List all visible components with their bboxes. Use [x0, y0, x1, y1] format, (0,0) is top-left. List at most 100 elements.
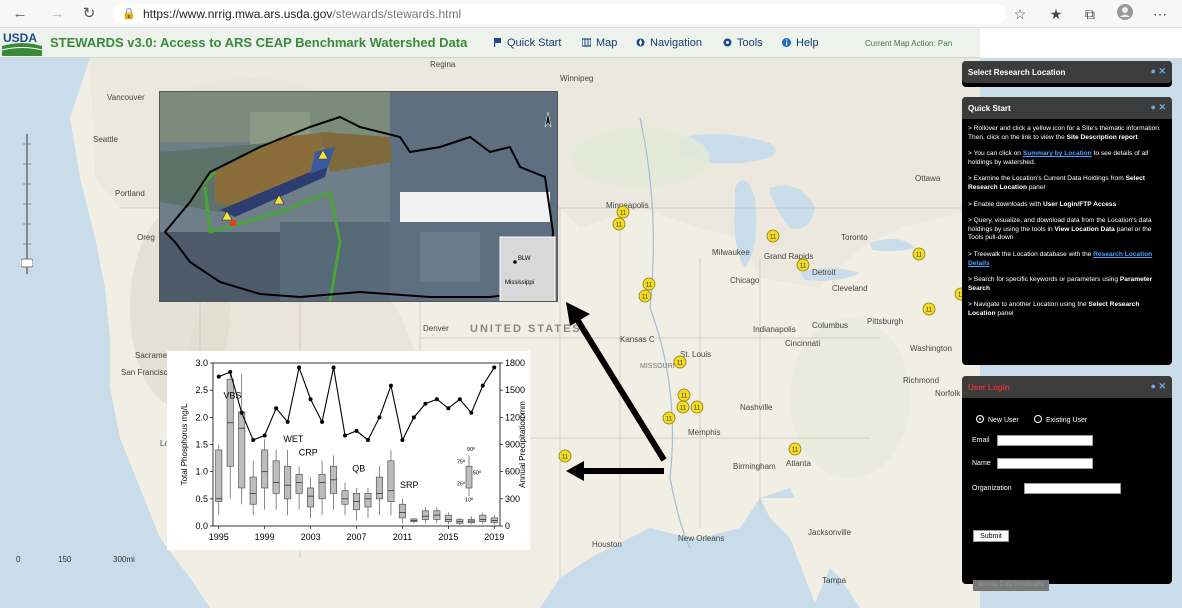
menu-map[interactable]: Map: [581, 37, 617, 49]
svg-text:11: 11: [642, 295, 649, 301]
legend-p10: 10º: [465, 497, 473, 504]
access-downloads-button[interactable]: Access Data Downloads: [973, 580, 1049, 591]
label-milwaukee: Milwaukee: [712, 248, 750, 257]
precipitation-point: [274, 406, 279, 411]
precipitation-point: [331, 365, 336, 370]
menu-tools[interactable]: Tools: [723, 37, 763, 49]
quick-start-body: > Rollover and click a yellow icon for a…: [962, 119, 1172, 333]
watershed-satellite-inset: BLW Mississippi: [159, 91, 558, 302]
precipitation-point: [457, 397, 462, 402]
precipitation-point: [343, 433, 348, 438]
quick-start-text: > Treewalk the Location database with th…: [968, 250, 1094, 258]
forward-arrow-icon[interactable]: →: [47, 4, 67, 24]
panel-help-close-icon[interactable]: ● ✕: [1151, 381, 1166, 392]
legend-box: [465, 465, 473, 489]
label-winnipeg: Winnipeg: [560, 74, 594, 83]
precipitation-point: [251, 437, 256, 442]
site-marker-icon[interactable]: 11: [766, 229, 780, 243]
profile-avatar-icon[interactable]: [1115, 4, 1135, 24]
more-menu-icon[interactable]: ⋯: [1150, 4, 1170, 24]
radio-new-user-button[interactable]: [976, 415, 984, 423]
label-pittsburgh: Pittsburgh: [867, 317, 904, 326]
refresh-icon[interactable]: ↻: [79, 4, 99, 24]
site-marker-icon[interactable]: 11: [796, 258, 810, 272]
legend-p25: 25º: [457, 480, 465, 487]
svg-text:11: 11: [916, 253, 923, 259]
quick-start-item: > Examine the Location's Current Data Ho…: [968, 175, 1166, 192]
app-header: USDA STEWARDS v3.0: Access to ARS CEAP B…: [0, 28, 980, 58]
label-atlanta: Atlanta: [786, 459, 811, 468]
quick-start-item: > Rollover and click a yellow icon for a…: [968, 125, 1166, 142]
label-cincinnati: Cincinnati: [785, 339, 821, 348]
email-field[interactable]: [997, 435, 1093, 446]
radio-new-user-label: New User: [988, 417, 1019, 424]
label-oregon: Oreg: [137, 233, 155, 242]
svg-text:11: 11: [792, 448, 799, 454]
usda-logo: USDA: [1, 30, 43, 56]
box-iqr: [238, 411, 246, 489]
flag-icon: [493, 38, 502, 47]
info-icon: [782, 38, 791, 47]
menu-navigation[interactable]: Navigation: [636, 37, 702, 49]
url-path: /stewards/stewards.html: [332, 7, 462, 21]
label-columbus: Columbus: [812, 321, 849, 330]
x-tick-label: 2011: [393, 532, 412, 542]
box-iqr: [272, 460, 280, 494]
address-bar[interactable]: 🔒 https://www.nrrig.mwa.ars.usda.gov/ste…: [113, 4, 1006, 24]
box-iqr: [387, 460, 395, 502]
submit-button[interactable]: Submit: [973, 530, 1009, 542]
panel-help-close-icon[interactable]: ● ✕: [1151, 66, 1166, 77]
menu-quick-start[interactable]: Quick Start: [493, 37, 561, 49]
panel-help-close-icon[interactable]: ● ✕: [1151, 102, 1166, 113]
svg-text:11: 11: [646, 283, 653, 289]
scale-label-end: 300mi: [113, 555, 135, 564]
site-marker-icon[interactable]: 11: [788, 442, 802, 456]
star-add-icon[interactable]: ☆: [1010, 4, 1030, 24]
site-marker-icon[interactable]: 11: [662, 411, 676, 425]
select-location-panel: Select Research Location ● ✕: [962, 61, 1172, 87]
compass-icon: [636, 38, 645, 47]
y-tick-label: 1.5: [195, 440, 208, 450]
chart-annotation: VBS: [224, 390, 242, 400]
site-marker-icon[interactable]: 11: [690, 400, 704, 414]
svg-text:11: 11: [694, 406, 701, 412]
label-jacksonville: Jacksonville: [808, 528, 852, 537]
site-marker-icon[interactable]: 11: [638, 289, 652, 303]
organization-field[interactable]: [1024, 483, 1121, 494]
precipitation-point: [297, 365, 302, 370]
x-tick-label: 1999: [255, 532, 275, 542]
back-arrow-icon[interactable]: ←: [10, 4, 30, 24]
site-marker-icon[interactable]: 11: [912, 247, 926, 261]
radio-existing-user[interactable]: Existing User: [1034, 415, 1087, 424]
label-tampa: Tampa: [822, 576, 847, 585]
site-marker-icon[interactable]: 11: [612, 217, 626, 231]
quick-start-link[interactable]: Summary by Location: [1023, 150, 1092, 157]
zoom-slider[interactable]: [20, 134, 34, 274]
precipitation-point: [365, 437, 370, 442]
site-marker-icon[interactable]: 11: [673, 355, 687, 369]
x-tick-label: 2003: [301, 532, 321, 542]
svg-text:11: 11: [616, 223, 623, 229]
favorites-icon[interactable]: ★: [1046, 4, 1066, 24]
menu-tools-label: Tools: [737, 37, 763, 49]
user-login-header[interactable]: User Login ● ✕: [962, 376, 1172, 398]
radio-new-user[interactable]: New User: [976, 415, 1019, 424]
svg-text:11: 11: [677, 361, 684, 367]
select-location-header[interactable]: Select Research Location ● ✕: [962, 61, 1172, 83]
radio-existing-user-button[interactable]: [1034, 415, 1042, 423]
precipitation-point: [388, 383, 393, 388]
collections-icon[interactable]: ⧉: [1080, 4, 1100, 24]
menu-help[interactable]: Help: [782, 37, 819, 49]
site-marker-icon[interactable]: 11: [922, 302, 936, 316]
site-marker-icon[interactable]: 11: [558, 449, 572, 463]
quick-start-header[interactable]: Quick Start ● ✕: [962, 97, 1172, 119]
name-field[interactable]: [997, 458, 1093, 469]
site-marker-icon[interactable]: 11: [676, 400, 690, 414]
y2-axis-label: Annual Precipitation mm: [518, 401, 527, 488]
quick-start-item: > Treewalk the Location database with th…: [968, 251, 1166, 268]
precipitation-point: [216, 374, 221, 379]
box-iqr: [284, 465, 292, 500]
chart-annotation: WET: [283, 434, 303, 444]
map-action-status: Current Map Action: Pan: [865, 39, 953, 48]
y2-tick-label: 300: [505, 494, 520, 504]
